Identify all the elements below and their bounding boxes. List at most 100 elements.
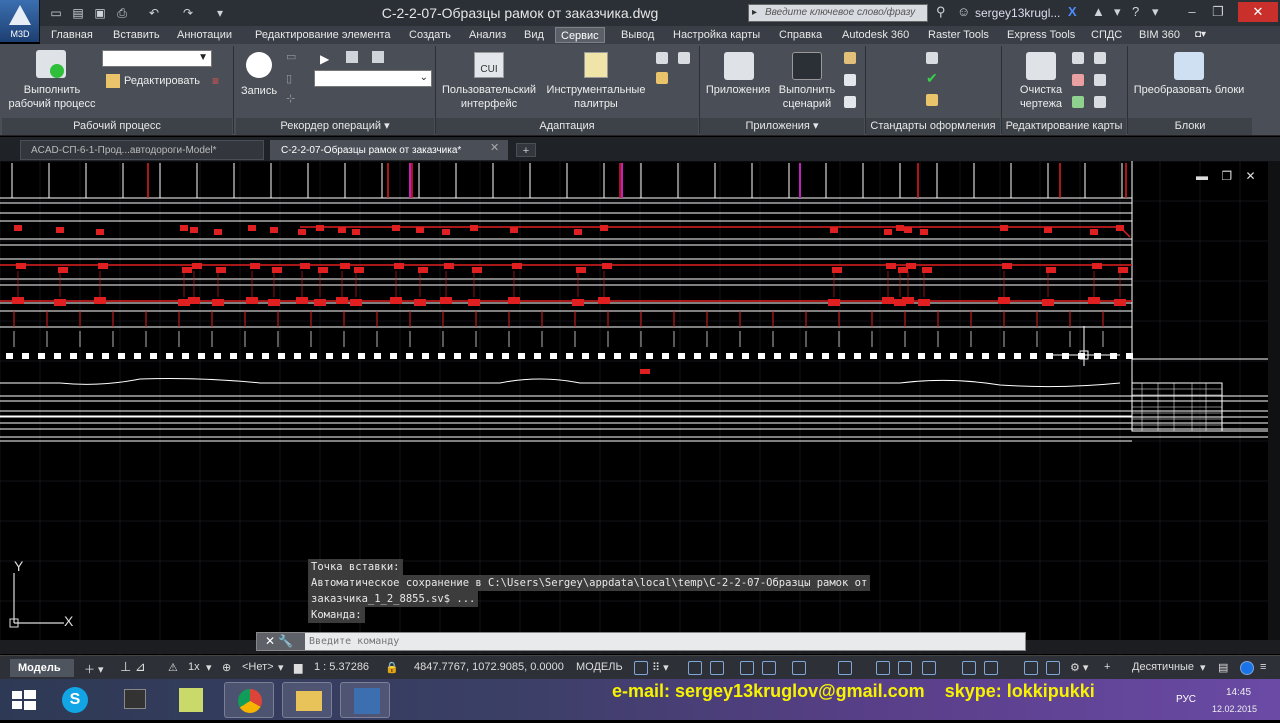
- notes-taskbar-button[interactable]: [166, 682, 216, 718]
- skype-taskbar-button[interactable]: S: [50, 682, 100, 718]
- tab-help[interactable]: Справка: [774, 27, 827, 43]
- drawing-cleanup-label-1[interactable]: Очистка: [1006, 84, 1076, 97]
- request-input-icon[interactable]: ▯: [286, 72, 292, 85]
- map-tool-6-icon[interactable]: [1094, 96, 1106, 108]
- dropdown-icon[interactable]: ▾: [1114, 4, 1121, 20]
- viewport-close-icon[interactable]: ✕: [1245, 169, 1255, 183]
- 3d-osnap-icon[interactable]: [922, 661, 936, 675]
- run-script-label-2[interactable]: сценарий: [774, 98, 840, 111]
- isolate-objects-icon[interactable]: [1240, 661, 1254, 675]
- cursor-coordinates[interactable]: 4847.7767, 1072.9085, 0.0000: [414, 661, 564, 673]
- save-icon[interactable]: ▣: [92, 5, 108, 21]
- dropdown-arrow-icon[interactable]: ▾: [206, 661, 212, 674]
- tool-palettes-label-1[interactable]: Инструментальные: [542, 84, 650, 97]
- tab-analysis[interactable]: Анализ: [464, 27, 511, 43]
- object-snap-tracking-icon[interactable]: [762, 661, 776, 675]
- selection-filter-icon[interactable]: [984, 661, 998, 675]
- convert-blocks-label[interactable]: Преобразовать блоки: [1130, 84, 1248, 97]
- transparency-icon[interactable]: [876, 661, 890, 675]
- workflow-select[interactable]: ▼: [102, 50, 212, 67]
- keyboard-language[interactable]: РУС: [1176, 694, 1196, 705]
- base-point-icon[interactable]: ⊹: [286, 92, 295, 105]
- chrome-taskbar-button[interactable]: [224, 682, 274, 718]
- run-script-icon[interactable]: [792, 52, 822, 80]
- visual-lisp-icon[interactable]: [844, 74, 856, 86]
- tab-annotate[interactable]: Аннотации: [172, 27, 237, 43]
- help-dropdown-icon[interactable]: ▾: [1152, 4, 1159, 20]
- viewport-scale[interactable]: 1 : 5.37286: [314, 661, 369, 673]
- dropdown-arrow-icon[interactable]: ▾: [278, 661, 284, 674]
- video-recorder-taskbar-button[interactable]: [110, 682, 160, 718]
- units-plus-icon[interactable]: +: [1104, 661, 1110, 673]
- explorer-taskbar-button[interactable]: [282, 682, 332, 718]
- search-input[interactable]: ▸ Введите ключевое слово/фразу: [748, 4, 928, 22]
- applications-button-label[interactable]: Приложения: [702, 84, 774, 97]
- tab-bim360[interactable]: BIM 360: [1134, 27, 1185, 43]
- customization-icon[interactable]: ≡: [1260, 661, 1266, 673]
- close-window-button[interactable]: ✕: [1238, 2, 1278, 22]
- viewport-restore-icon[interactable]: ❐: [1221, 169, 1232, 183]
- tool-palettes-label-2[interactable]: палитры: [542, 98, 650, 111]
- autodesk360-icon[interactable]: ▲: [1092, 4, 1105, 19]
- vba-run-icon[interactable]: [844, 96, 856, 108]
- customize-command-icon[interactable]: 🔧: [278, 634, 293, 648]
- tab-express-tools[interactable]: Express Tools: [1002, 27, 1080, 43]
- dynamic-ucs-icon[interactable]: [962, 661, 976, 675]
- autocad-taskbar-button[interactable]: [340, 682, 390, 718]
- annotation-monitor-icon[interactable]: [1046, 661, 1060, 675]
- isometric-icon[interactable]: [740, 661, 754, 675]
- map-tool-5-icon[interactable]: [1072, 96, 1084, 108]
- tab-view[interactable]: Вид: [519, 27, 549, 43]
- scale-multiplier[interactable]: 1x: [188, 661, 200, 673]
- tab-service[interactable]: Сервис: [555, 27, 605, 43]
- user-icon[interactable]: ☺: [957, 4, 970, 19]
- tab-insert[interactable]: Вставить: [108, 27, 165, 43]
- macro-select[interactable]: ⌄: [314, 70, 432, 87]
- convert-blocks-icon[interactable]: [1174, 52, 1204, 80]
- globe-icon[interactable]: ⊕: [222, 661, 231, 674]
- standards-configure-icon[interactable]: [926, 52, 938, 64]
- edit-aliases-icon[interactable]: [656, 72, 668, 84]
- redo-icon[interactable]: ↷: [180, 5, 196, 21]
- map-tool-1-icon[interactable]: [1072, 52, 1084, 64]
- run-script-label-1[interactable]: Выполнить: [774, 84, 840, 97]
- tab-edit-element[interactable]: Редактирование элемента: [250, 27, 396, 43]
- tab-output[interactable]: Вывод: [616, 27, 659, 43]
- drawing-cleanup-icon[interactable]: [1026, 52, 1056, 80]
- workflow-settings-icon[interactable]: ≡: [212, 74, 219, 88]
- exchange-apps-icon[interactable]: X: [1068, 4, 1077, 19]
- model-tab[interactable]: Модель: [10, 659, 74, 677]
- object-snap-icon[interactable]: [792, 661, 806, 675]
- check-standards-icon[interactable]: ✔: [926, 70, 938, 87]
- open-file-icon[interactable]: ▤: [70, 5, 86, 21]
- workspace-gear-icon[interactable]: ⚙ ▾: [1070, 661, 1088, 674]
- ribbon-minimize-icon[interactable]: ◘▾: [1190, 27, 1211, 43]
- user-account-name[interactable]: sergey13krugl...: [975, 6, 1060, 20]
- command-input[interactable]: [309, 634, 1009, 649]
- file-tab-acad[interactable]: ACAD-СП-6-1-Прод...автодороги-Model*: [20, 140, 264, 160]
- ortho-icon[interactable]: [688, 661, 702, 675]
- units-display[interactable]: Десятичные: [1132, 661, 1194, 673]
- app-menu-button[interactable]: M3D: [0, 0, 40, 42]
- record-icon[interactable]: [246, 52, 272, 78]
- layer-filter[interactable]: <Нет>: [242, 661, 274, 673]
- new-file-icon[interactable]: ▭: [48, 5, 64, 21]
- export-customization-icon[interactable]: [678, 52, 690, 64]
- dropdown-arrow-icon[interactable]: ▾: [1200, 661, 1206, 674]
- minimize-button[interactable]: –: [1180, 2, 1204, 22]
- annotation-scale-icon[interactable]: ⊥ ⊿: [120, 659, 146, 675]
- help-icon[interactable]: ?: [1132, 4, 1139, 19]
- grid-icon[interactable]: [634, 661, 648, 675]
- map-tool-2-icon[interactable]: [1094, 52, 1106, 64]
- lineweight-icon[interactable]: [838, 661, 852, 675]
- maximize-button[interactable]: ❐: [1206, 2, 1230, 22]
- windows-start-button[interactable]: [2, 682, 46, 718]
- vertical-scrollbar[interactable]: [1268, 161, 1280, 641]
- binoculars-icon[interactable]: ⚲: [936, 4, 946, 20]
- panel-title-recorder[interactable]: Рекордер операций ▾: [236, 118, 434, 135]
- manage-macros-icon[interactable]: [372, 51, 384, 63]
- map-tool-4-icon[interactable]: [1094, 74, 1106, 86]
- clock-time[interactable]: 14:45: [1226, 687, 1251, 698]
- play-macro-icon[interactable]: ▶: [320, 52, 329, 66]
- close-tab-icon[interactable]: ✕: [490, 141, 499, 154]
